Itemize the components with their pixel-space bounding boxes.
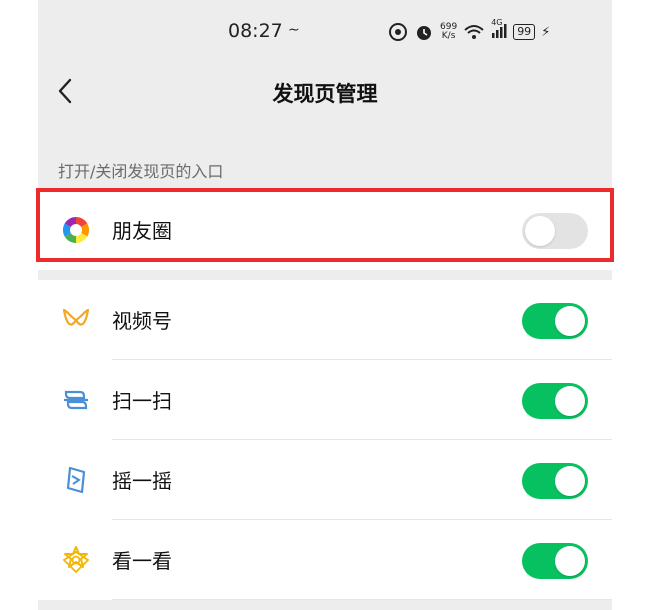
status-bar: 08:27 ∼ 699 K/s 4G 99 ⚡ bbox=[38, 14, 612, 50]
shake-icon bbox=[66, 466, 86, 494]
speed-unit: K/s bbox=[441, 31, 456, 41]
signal-icon: 4G bbox=[491, 18, 507, 41]
discover-entry-list: 朋友圈 视频号 扫一扫 摇一摇 看一看 bbox=[36, 188, 614, 600]
moments-icon bbox=[62, 216, 90, 244]
item-label: 朋友圈 bbox=[112, 219, 172, 243]
page-title: 发现页管理 bbox=[272, 82, 378, 106]
divider bbox=[112, 599, 612, 600]
status-icons: 699 K/s 4G 99 ⚡ bbox=[388, 18, 551, 44]
notification-icon: ∼ bbox=[288, 22, 300, 38]
scan-icon bbox=[64, 390, 88, 410]
network-type: 4G bbox=[491, 17, 503, 27]
alarm-icon bbox=[417, 26, 431, 40]
section-label: 打开/关闭发现页的入口 bbox=[58, 162, 224, 181]
wifi-icon bbox=[464, 25, 484, 39]
list-item-channels[interactable]: 视频号 bbox=[38, 280, 612, 360]
toggle-knob bbox=[525, 216, 555, 246]
phone-screen: 08:27 ∼ 699 K/s 4G 99 ⚡ 发现页管理 打开/关闭发现页的入… bbox=[36, 0, 614, 610]
network-speed: 699 K/s bbox=[440, 23, 457, 41]
battery-indicator: 99 bbox=[513, 24, 536, 40]
moments-toggle[interactable] bbox=[522, 213, 588, 249]
status-time: 08:27 bbox=[228, 20, 283, 42]
item-label: 看一看 bbox=[112, 549, 172, 573]
list-item-moments[interactable]: 朋友圈 bbox=[36, 188, 614, 270]
toggle-knob bbox=[555, 466, 585, 496]
shake-toggle[interactable] bbox=[522, 463, 588, 499]
toggle-knob bbox=[555, 306, 585, 336]
item-label: 摇一摇 bbox=[112, 469, 172, 493]
channels-icon bbox=[62, 308, 90, 326]
item-label: 视频号 bbox=[112, 309, 172, 333]
toggle-knob bbox=[555, 386, 585, 416]
top-stories-toggle[interactable] bbox=[522, 543, 588, 579]
item-label: 扫一扫 bbox=[112, 389, 172, 413]
scan-toggle[interactable] bbox=[522, 383, 588, 419]
list-item-top-stories[interactable]: 看一看 bbox=[38, 520, 612, 600]
nav-bar: 发现页管理 bbox=[38, 64, 612, 118]
list-item-scan[interactable]: 扫一扫 bbox=[38, 360, 612, 440]
top-stories-icon bbox=[62, 546, 90, 574]
channels-toggle[interactable] bbox=[522, 303, 588, 339]
toggle-knob bbox=[555, 546, 585, 576]
charging-icon: ⚡ bbox=[541, 24, 551, 40]
data-saver-icon bbox=[389, 23, 407, 41]
list-item-shake[interactable]: 摇一摇 bbox=[38, 440, 612, 520]
